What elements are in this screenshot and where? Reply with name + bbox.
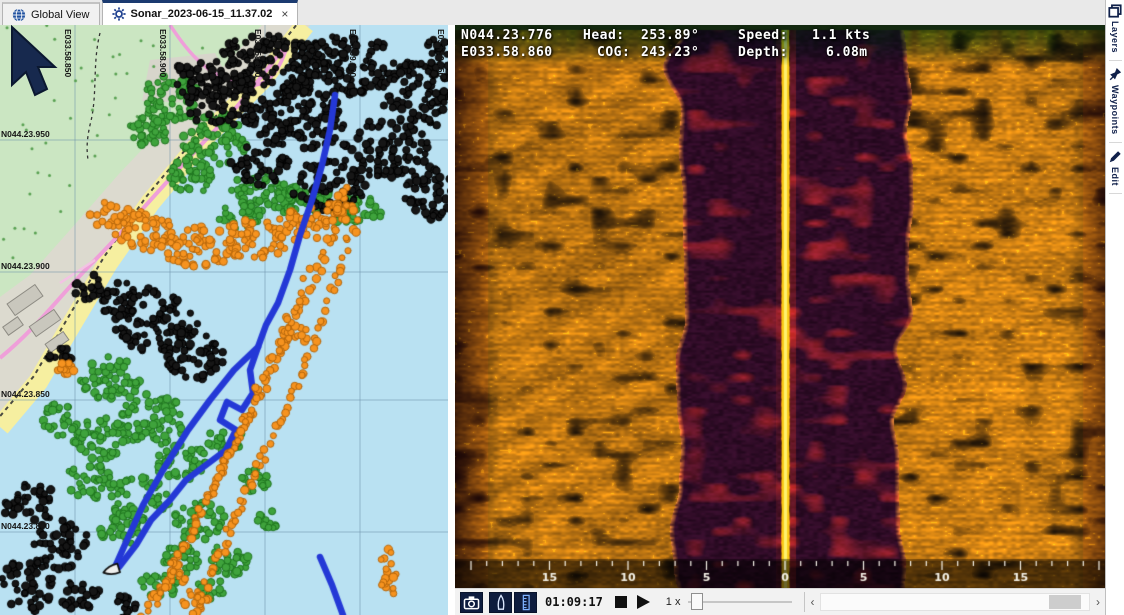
map-panel[interactable]: E033.58.850E033.58.900E033.58.950E033.59… xyxy=(0,25,448,615)
playback-time: 01:09:17 xyxy=(545,595,603,609)
tab-bar: Global View Sonar_2023-06-15_11.37.02 × xyxy=(0,0,1105,26)
scroll-right-arrow[interactable]: › xyxy=(1091,595,1105,609)
scroll-left-arrow[interactable]: ‹ xyxy=(805,595,819,609)
layers-icon xyxy=(1108,4,1122,18)
sidebar-tab-label: Layers xyxy=(1110,21,1120,53)
sidebar-separator xyxy=(1109,60,1122,61)
play-button[interactable] xyxy=(637,595,650,609)
camera-icon xyxy=(463,595,480,610)
playback-speed-slider[interactable] xyxy=(686,592,794,612)
slider-track xyxy=(688,601,792,603)
globe-icon xyxy=(12,8,26,22)
horizontal-scrollbar[interactable] xyxy=(820,593,1090,611)
ruler-icon xyxy=(518,594,534,611)
playback-rate-label: 1 x xyxy=(666,596,681,608)
cursor-arrow-icon xyxy=(0,25,60,103)
sonar-panel[interactable]: N044.23.776 Head: 253.89° Speed: 1.1 kts… xyxy=(455,25,1105,588)
sidebar-separator xyxy=(1109,142,1122,143)
snapshot-camera-button[interactable] xyxy=(460,592,483,613)
waypoint-pin-icon xyxy=(1108,67,1122,82)
tab-close-icon[interactable]: × xyxy=(281,7,288,21)
sidebar-tab-waypoints[interactable]: Waypoints xyxy=(1108,63,1122,135)
slider-thumb[interactable] xyxy=(691,593,703,610)
sidebar-tab-layers[interactable]: Layers xyxy=(1108,0,1122,53)
tab-label: Global View xyxy=(31,9,90,21)
right-sidebar: Layers Waypoints Edit xyxy=(1105,0,1124,615)
gear-icon xyxy=(112,7,126,21)
edit-pencil-icon xyxy=(1108,149,1122,164)
stop-button[interactable] xyxy=(615,596,627,608)
range-ruler-toggle-button[interactable] xyxy=(514,592,537,613)
sidebar-tab-label: Edit xyxy=(1110,167,1120,186)
tab-global-view[interactable]: Global View xyxy=(2,2,100,25)
map-contacts-canvas[interactable] xyxy=(0,25,448,615)
application-window: Global View Sonar_2023-06-15_11.37.02 × xyxy=(0,0,1124,615)
sidebar-tab-edit[interactable]: Edit xyxy=(1108,145,1122,186)
sidebar-tab-label: Waypoints xyxy=(1110,85,1120,135)
sonar-toolbar: 01:09:17 1 x ‹ › xyxy=(455,588,1105,615)
scrollbar-thumb[interactable] xyxy=(1049,595,1081,609)
boat-icon xyxy=(493,594,509,611)
tab-sonar[interactable]: Sonar_2023-06-15_11.37.02 × xyxy=(102,0,299,25)
sonar-waterfall-canvas[interactable] xyxy=(455,25,1105,588)
sidebar-separator xyxy=(1109,193,1122,194)
tab-label: Sonar_2023-06-15_11.37.02 xyxy=(131,8,273,20)
panel-splitter[interactable] xyxy=(448,25,455,615)
vessel-marker-toggle-button[interactable] xyxy=(489,592,512,613)
